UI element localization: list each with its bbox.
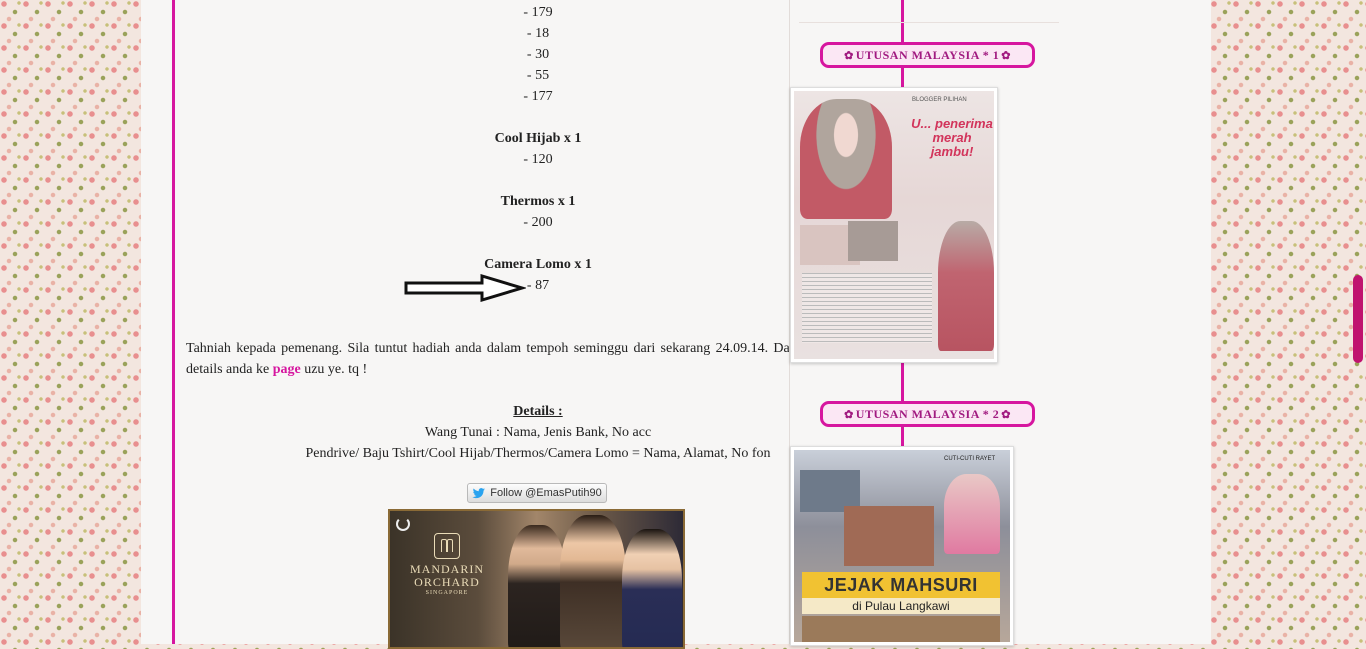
ad-model [560, 515, 626, 647]
newspaper-clipping-2[interactable]: CUTI-CUTI RAYET JEJAK MAHSURI di Pulau L… [790, 446, 1014, 646]
flower-icon: ✿ [1001, 408, 1011, 421]
ad-banner[interactable]: MANDARIN ORCHARD SINGAPORE [388, 509, 685, 649]
clipping-image: CUTI-CUTI RAYET JEJAK MAHSURI di Pulau L… [794, 450, 1010, 642]
widget-title-utusan-2: ✿ UTUSAN MALAYSIA * 2 ✿ [820, 401, 1035, 427]
clipping-label: CUTI-CUTI RAYET [944, 456, 996, 462]
clipping-label: BLOGGER PILIHAN [912, 97, 967, 103]
congrats-paragraph: Tahniah kepada pemenang. Sila tuntut had… [186, 338, 892, 380]
widget-title-utusan-1: ✿ UTUSAN MALAYSIA * 1 ✿ [820, 42, 1035, 68]
clipping-subtitle: di Pulau Langkawi [802, 598, 1000, 614]
widget-title-text: UTUSAN MALAYSIA * 2 [855, 406, 1000, 421]
congrats-tail: uzu ye. tq ! [304, 362, 368, 377]
ad-model [508, 525, 566, 647]
ad-model [622, 529, 682, 647]
brand-line3: SINGAPORE [425, 590, 469, 596]
clipping-photo [938, 221, 994, 351]
clipping-headline: U... penerima merah jambu! [911, 116, 993, 159]
newspaper-clipping-1[interactable]: BLOGGER PILIHAN U... penerima merah jamb… [790, 87, 998, 363]
twitter-bird-icon [472, 487, 486, 498]
clipping-photo [848, 221, 898, 261]
brand-logo: MANDARIN ORCHARD SINGAPORE [402, 533, 492, 597]
sidebar: ✿ UTUSAN MALAYSIA * 1 ✿ BLOGGER PILIHAN … [790, 0, 1070, 646]
sidebar-rule [799, 22, 1059, 23]
brand-line2: ORCHARD [414, 575, 480, 589]
scrollbar-thumb[interactable] [1353, 275, 1363, 363]
clipping-photo [802, 616, 1000, 642]
follow-label: Follow @EmasPutih90 [490, 487, 602, 499]
twitter-follow-button[interactable]: Follow @EmasPutih90 [467, 483, 607, 503]
clipping-photo [944, 474, 1000, 554]
clipping-banner: JEJAK MAHSURI [802, 572, 1000, 598]
arrow-right-icon [404, 274, 526, 302]
reload-icon[interactable] [396, 517, 410, 531]
flower-icon: ✿ [844, 408, 854, 421]
clipping-text-block [802, 273, 932, 343]
flower-icon: ✿ [1001, 49, 1011, 62]
brand-mark-icon [434, 533, 460, 559]
clipping-photo [844, 506, 934, 566]
flower-icon: ✿ [844, 49, 854, 62]
clipping-photo [800, 99, 892, 219]
clipping-image: BLOGGER PILIHAN U... penerima merah jamb… [794, 91, 994, 359]
widget-title-text: UTUSAN MALAYSIA * 1 [855, 47, 1000, 62]
page-link[interactable]: page [273, 362, 301, 377]
